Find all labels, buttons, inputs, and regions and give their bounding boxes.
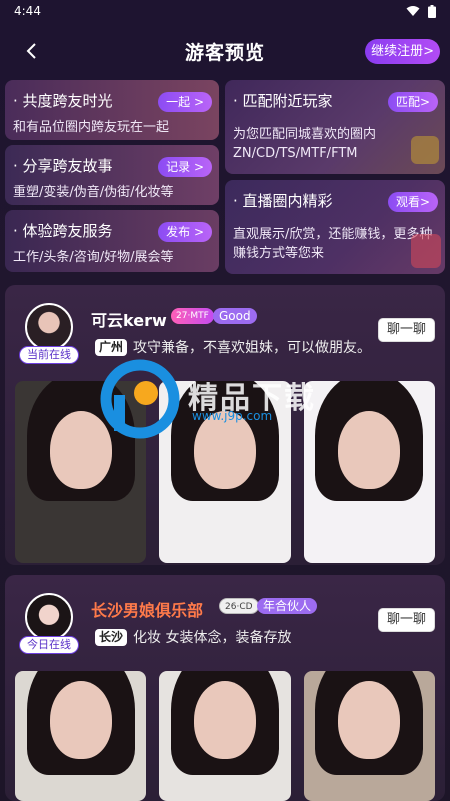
photo-gallery [15,381,435,563]
battery-icon [428,4,436,18]
card-live-stream[interactable]: · 直播圈内精彩 直观展示/欣赏，还能赚钱，更多种赚钱方式等您来 观看> [225,180,445,274]
user-post[interactable]: 今日在线 长沙男娘俱乐部 26·CD 年合伙人 聊一聊 长沙 化妆 女装体念，装… [5,575,445,801]
status-bar: 4:44 [0,0,450,22]
post-intro: 广州 攻守兼备，不喜欢姐妹，可以做朋友。 [95,337,371,357]
post-photo[interactable] [15,671,147,801]
username[interactable]: 可云kerw [91,307,167,331]
avatar[interactable] [25,303,73,351]
continue-register-button[interactable]: 继续注册> [365,39,440,64]
match-button[interactable]: 匹配> [387,92,438,112]
gift-decoration-icon [411,234,441,268]
header: 游客预览 继续注册> [0,30,450,72]
status-time: 4:44 [14,4,41,18]
online-badge: 今日在线 [19,636,79,654]
post-photo[interactable] [303,381,435,563]
post-photo[interactable] [159,671,291,801]
back-button[interactable] [18,38,44,64]
card-desc: 为您匹配同城喜欢的圈内ZN/CD/TS/MTF/FTM [233,127,377,161]
photo-gallery [15,671,435,801]
post-intro: 长沙 化妆 女装体念，装备存放 [95,627,291,647]
age-tag: 27·MTF [171,308,214,324]
star-decoration-icon [411,136,439,164]
publish-button[interactable]: 发布 > [158,222,212,242]
avatar-wrap[interactable]: 当前在线 [19,303,79,365]
username[interactable]: 长沙男娘俱乐部 [91,597,203,621]
location-badge: 广州 [95,338,128,356]
chevron-left-icon [26,43,36,59]
age-tag: 26·CD [219,598,259,614]
level-tag: Good [213,308,257,324]
avatar-wrap[interactable]: 今日在线 [19,593,79,655]
card-time-together[interactable]: · 共度跨友时光 和有品位圈内跨友玩在一起 一起 > [5,80,219,140]
location-badge: 长沙 [95,628,128,646]
chat-button[interactable]: 聊一聊 [377,318,435,342]
online-badge: 当前在线 [19,346,79,364]
watch-button[interactable]: 观看> [387,192,438,212]
post-photo[interactable] [303,671,435,801]
post-text: 化妆 女装体念，装备存放 [133,630,292,646]
card-desc: 直观展示/欣赏，还能赚钱，更多种赚钱方式等您来 [233,227,433,261]
wifi-icon [406,6,420,16]
card-desc: 重塑/变装/伪音/伪街/化妆等 [13,185,174,200]
avatar[interactable] [25,593,73,641]
record-button[interactable]: 记录 > [158,157,212,177]
card-share-story[interactable]: · 分享跨友故事 重塑/变装/伪音/伪街/化妆等 记录 > [5,145,219,205]
user-post[interactable]: 当前在线 可云kerw 27·MTF Good 聊一聊 广州 攻守兼备，不喜欢姐… [5,285,445,565]
post-text: 攻守兼备，不喜欢姐妹，可以做朋友。 [133,340,372,356]
card-desc: 工作/头条/咨询/好物/展会等 [13,250,174,265]
card-desc: 和有品位圈内跨友玩在一起 [13,120,170,135]
card-experience-service[interactable]: · 体验跨友服务 工作/头条/咨询/好物/展会等 发布 > [5,210,219,272]
post-photo[interactable] [159,381,291,563]
page-title: 游客预览 [184,41,265,64]
together-button[interactable]: 一起 > [158,92,212,112]
card-match-nearby[interactable]: · 匹配附近玩家 为您匹配同城喜欢的圈内ZN/CD/TS/MTF/FTM 匹配> [225,80,445,174]
post-photo[interactable] [15,381,147,563]
status-icons [406,4,436,18]
feature-cards: · 共度跨友时光 和有品位圈内跨友玩在一起 一起 > · 分享跨友故事 重塑/变… [5,80,445,275]
chat-button[interactable]: 聊一聊 [377,608,435,632]
level-tag: 年合伙人 [257,598,318,614]
